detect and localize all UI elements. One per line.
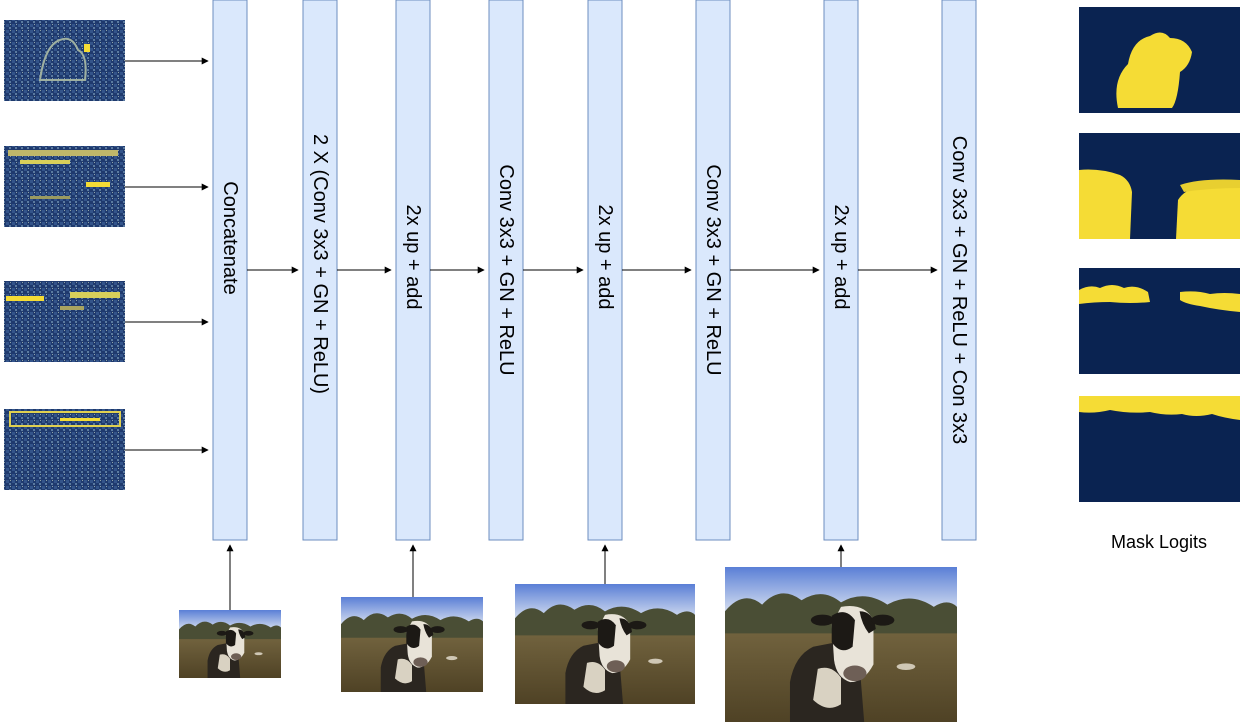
feature-map-2	[4, 146, 125, 227]
mask-logits-caption: Mask Logits	[1111, 532, 1207, 552]
mask-treeline	[1079, 268, 1240, 374]
block-label: Conv 3x3 + GN + ReLU + Con 3x3	[948, 136, 970, 445]
block-label: 2x up + add	[402, 204, 424, 309]
block-conv-x2: 2 X (Conv 3x3 + GN + ReLU)	[302, 0, 338, 541]
block-up-add-1: 2x up + add	[395, 0, 431, 541]
block-label: Conv 3x3 + GN + ReLU	[495, 164, 517, 375]
block-label: 2x up + add	[830, 204, 852, 309]
block-conv-final: Conv 3x3 + GN + ReLU + Con 3x3	[941, 0, 977, 541]
cow-image-medium	[341, 597, 483, 692]
block-up-add-2: 2x up + add	[587, 0, 623, 541]
mask-sky	[1079, 396, 1240, 502]
block-concatenate: Concatenate	[212, 0, 248, 541]
cow-image-small	[179, 610, 281, 678]
block-conv-2: Conv 3x3 + GN + ReLU	[695, 0, 731, 541]
feature-map-1	[4, 20, 125, 101]
cow-image-large	[515, 584, 695, 704]
block-conv-1: Conv 3x3 + GN + ReLU	[488, 0, 524, 541]
block-up-add-3: 2x up + add	[823, 0, 859, 541]
feature-map-4	[4, 409, 125, 490]
cow-image-xlarge	[725, 567, 957, 722]
block-label: 2x up + add	[594, 204, 616, 309]
architecture-diagram: Concatenate 2 X (Conv 3x3 + GN + ReLU) 2…	[4, 0, 1240, 722]
mask-cow	[1079, 7, 1240, 113]
mask-field	[1079, 133, 1240, 239]
block-label: 2 X (Conv 3x3 + GN + ReLU)	[309, 134, 331, 394]
block-label: Concatenate	[219, 181, 241, 294]
block-label: Conv 3x3 + GN + ReLU	[702, 164, 724, 375]
feature-map-3	[4, 281, 125, 362]
